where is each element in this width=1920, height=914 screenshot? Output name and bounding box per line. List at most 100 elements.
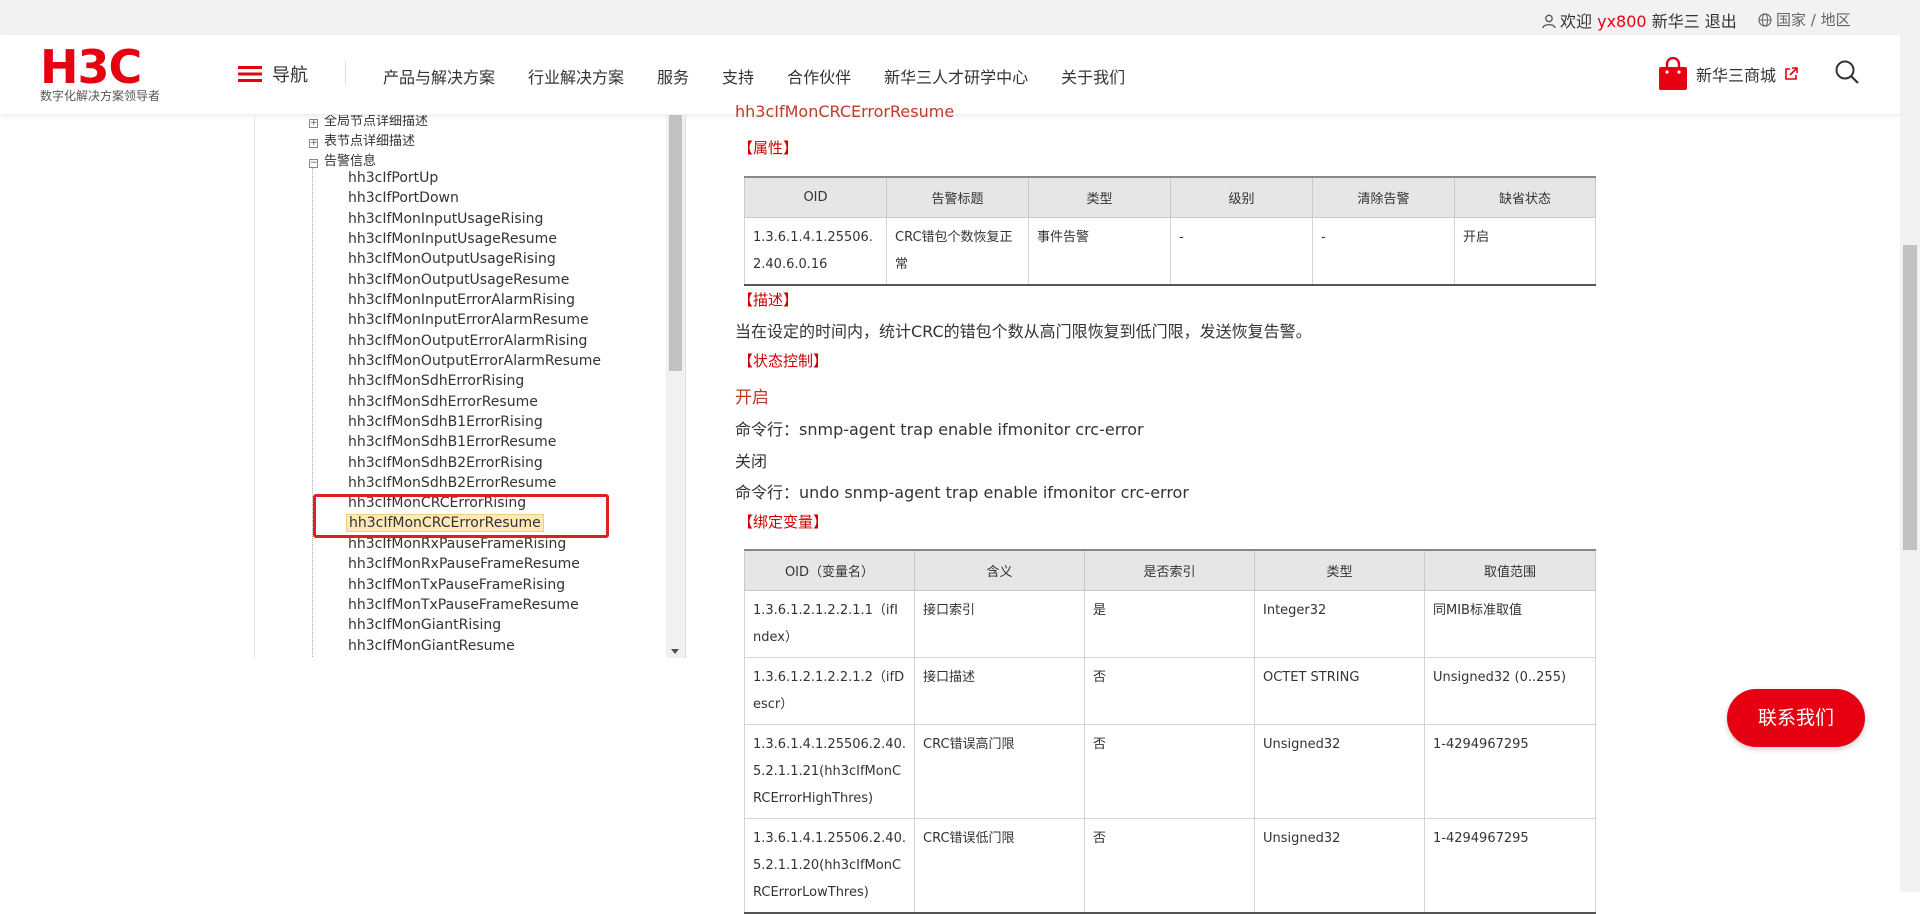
tree-node-table[interactable]: + 表节点详细描述 (309, 130, 415, 149)
main-menu: 产品与解决方案 行业解决方案 服务 支持 合作伙伴 新华三人才研学中心 关于我们 (383, 64, 1158, 88)
desc-heading: 【描述】 (738, 291, 799, 309)
menu-service[interactable]: 服务 (657, 64, 689, 88)
tree-leaf[interactable]: hh3cIfMonOutputErrorAlarmResume (348, 353, 601, 369)
table-header: OID (744, 176, 887, 218)
h3c-logo[interactable]: H3C (40, 41, 142, 93)
desc-text: 当在设定的时间内，统计CRC的错包个数从高门限恢复到低门限，发送恢复告警。 (735, 322, 1312, 341)
menu-talent-center[interactable]: 新华三人才研学中心 (884, 64, 1028, 88)
table-cell: Unsigned32 (0..255) (1424, 656, 1596, 725)
tree-leaf[interactable]: hh3cIfMonRxPauseFrameResume (348, 556, 580, 572)
shop-label: 新华三商城 (1696, 66, 1777, 85)
table-cell: Unsigned32 (1254, 817, 1425, 914)
table-cell: 接口索引 (914, 589, 1085, 658)
tree-leaf[interactable]: hh3cIfMonInputErrorAlarmResume (348, 312, 589, 328)
tree-leaf[interactable]: hh3cIfMonTxPauseFrameResume (348, 597, 579, 613)
shopping-bag-icon (1659, 57, 1687, 90)
table-header: 清除告警 (1312, 176, 1455, 218)
tree-scrollbar[interactable] (666, 115, 685, 658)
menu-products[interactable]: 产品与解决方案 (383, 64, 495, 88)
page-scrollbar-thumb[interactable] (1903, 245, 1917, 550)
tree-leaf[interactable]: hh3cIfMonSdhB2ErrorResume (348, 475, 556, 491)
table-cell: 开启 (1454, 216, 1596, 286)
region-label: 国家 / 地区 (1776, 11, 1851, 29)
cmd-off-text: 命令行：undo snmp-agent trap enable ifmonito… (735, 483, 1189, 502)
tree-leaf[interactable]: hh3cIfMonOutputErrorAlarmRising (348, 333, 587, 349)
username-link[interactable]: yx800 (1597, 12, 1646, 31)
tree-leaf[interactable]: hh3cIfMonSdhB1ErrorRising (348, 414, 543, 430)
table-cell: CRC错误低门限 (914, 817, 1085, 914)
external-link-icon (1785, 67, 1798, 80)
contact-us-button[interactable]: 联系我们 (1727, 689, 1865, 747)
menu-partners[interactable]: 合作伙伴 (787, 64, 851, 88)
table-cell: 1-4294967295 (1424, 723, 1596, 819)
bind-heading: 【绑定变量】 (738, 513, 829, 531)
table-header-row: OID 告警标题 类型 级别 清除告警 缺省状态 (744, 176, 1596, 218)
table-row: 1.3.6.1.4.1.25506.2.40.6.0.16 CRC错包个数恢复正… (744, 216, 1596, 286)
tree-leaf[interactable]: hh3cIfMonGiantRising (348, 617, 501, 633)
expand-plus-icon: + (309, 138, 318, 148)
nav-divider (345, 61, 346, 85)
table-cell: 1.3.6.1.4.1.25506.2.40.6.0.16 (744, 216, 887, 286)
nav-toggle-label: 导航 (272, 65, 308, 86)
scroll-down-arrow-icon[interactable] (671, 649, 679, 654)
table-header: 类型 (1254, 549, 1425, 591)
table-cell: OCTET STRING (1254, 656, 1425, 725)
table-row: 1.3.6.1.4.1.25506.2.40.5.2.1.1.21(hh3cIf… (744, 723, 1596, 819)
globe-icon (1758, 13, 1772, 27)
search-icon (1835, 60, 1859, 84)
table-header: 缺省状态 (1454, 176, 1596, 218)
tree-guide-line (312, 167, 313, 658)
search-button[interactable] (1834, 59, 1860, 89)
tree-leaf[interactable]: hh3cIfMonOutputUsageResume (348, 272, 569, 288)
tree-leaf[interactable]: hh3cIfMonSdhB2ErrorRising (348, 455, 543, 471)
menu-about[interactable]: 关于我们 (1061, 64, 1125, 88)
tree-leaf[interactable]: hh3cIfPortUp (348, 170, 438, 186)
tree-leaf[interactable]: hh3cIfMonSdhErrorResume (348, 394, 538, 410)
welcome-text: 欢迎 (1560, 12, 1593, 31)
table-cell: CRC错包个数恢复正常 (886, 216, 1029, 286)
expand-plus-icon: + (309, 118, 318, 128)
attr-heading: 【属性】 (738, 139, 799, 157)
table-header: 取值范围 (1424, 549, 1596, 591)
table-cell: 1-4294967295 (1424, 817, 1596, 914)
tree-leaf[interactable]: hh3cIfMonRxPauseFrameRising (348, 536, 566, 552)
tree-leaf[interactable]: hh3cIfMonTxPauseFrameRising (348, 577, 565, 593)
table-cell: - (1312, 216, 1455, 286)
tree-leaf[interactable]: hh3cIfMonInputUsageRising (348, 211, 543, 227)
cmd-on-text: 命令行：snmp-agent trap enable ifmonitor crc… (735, 420, 1144, 439)
state-heading: 【状态控制】 (738, 352, 829, 370)
logout-link[interactable]: 退出 (1705, 12, 1737, 31)
table-cell: - (1170, 216, 1313, 286)
tree-leaf[interactable]: hh3cIfMonSdhB1ErrorResume (348, 434, 556, 450)
tree-leaf[interactable]: hh3cIfMonOutputUsageRising (348, 251, 556, 267)
table-row: 1.3.6.1.2.1.2.2.1.2（ifDescr） 接口描述 否 OCTE… (744, 656, 1596, 725)
tree-node-alarm[interactable]: − 告警信息 (309, 150, 376, 169)
table-row: 1.3.6.1.4.1.25506.2.40.5.2.1.1.20(hh3cIf… (744, 817, 1596, 914)
table-cell: 1.3.6.1.4.1.25506.2.40.5.2.1.1.20(hh3cIf… (744, 817, 915, 914)
shop-link[interactable]: 新华三商城 (1658, 57, 1798, 91)
menu-industry[interactable]: 行业解决方案 (528, 64, 624, 88)
logo-tagline: 数字化解决方案领导者 (40, 89, 161, 103)
menu-support[interactable]: 支持 (722, 64, 754, 88)
tree-leaf[interactable]: hh3cIfMonInputErrorAlarmRising (348, 292, 575, 308)
binding-variables-table: OID（变量名） 含义 是否索引 类型 取值范围 1.3.6.1.2.1.2.2… (744, 549, 1596, 914)
tree-leaf[interactable]: hh3cIfMonSdhErrorRising (348, 373, 524, 389)
table-cell: 否 (1084, 656, 1255, 725)
table-cell: 事件告警 (1028, 216, 1171, 286)
tree-leaf[interactable]: hh3cIfMonInputUsageResume (348, 231, 557, 247)
table-row: 1.3.6.1.2.1.2.2.1.1（ifIndex） 接口索引 是 Inte… (744, 589, 1596, 658)
tree-leaf[interactable]: hh3cIfMonGiantResume (348, 638, 515, 654)
nav-menu-toggle[interactable]: 导航 (238, 61, 308, 87)
user-greeting: 欢迎 yx800 新华三 退出 (1542, 8, 1737, 32)
tree-scrollbar-thumb[interactable] (669, 115, 682, 371)
page-scrollbar[interactable] (1900, 0, 1920, 892)
annotation-highlight-box (313, 494, 609, 538)
state-off-label: 关闭 (735, 452, 768, 471)
table-cell: 接口描述 (914, 656, 1085, 725)
table-cell: CRC错误高门限 (914, 723, 1085, 819)
table-header: OID（变量名） (744, 549, 915, 591)
tree-node-global[interactable]: + 全局节点详细描述 (309, 115, 428, 129)
table-cell: 1.3.6.1.2.1.2.2.1.1（ifIndex） (744, 589, 915, 658)
tree-leaf[interactable]: hh3cIfPortDown (348, 190, 459, 206)
region-selector[interactable]: 国家 / 地区 (1758, 9, 1851, 30)
